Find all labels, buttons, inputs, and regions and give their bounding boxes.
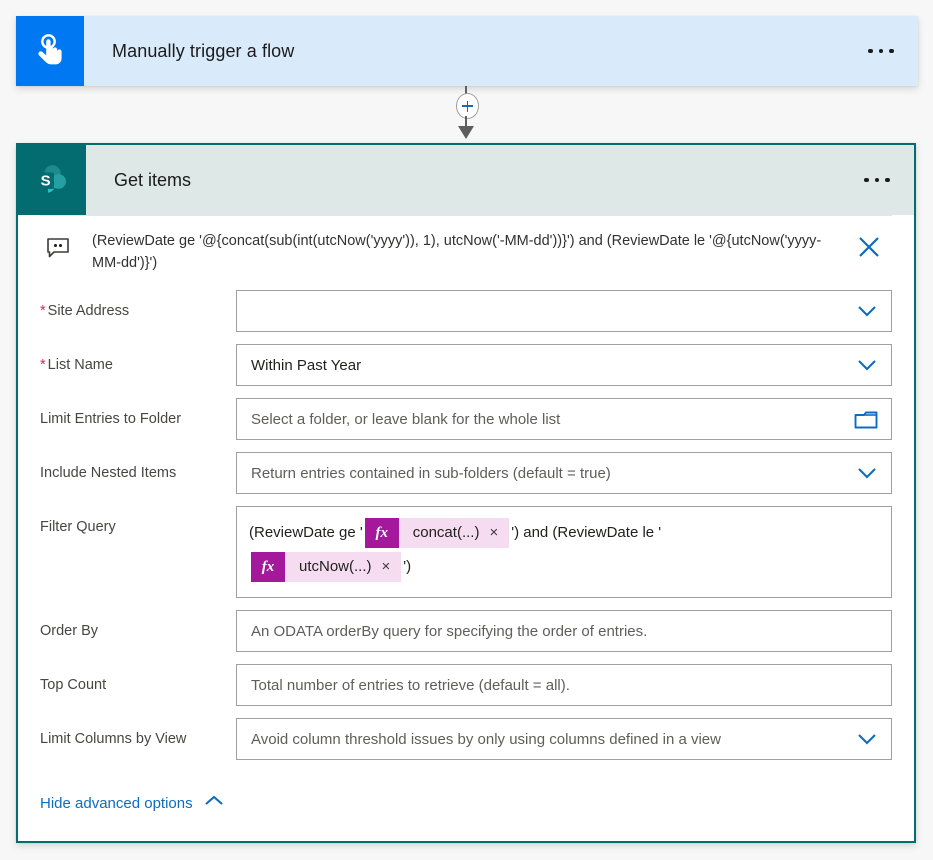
field-control: Total number of entries to retrieve (def… xyxy=(236,664,892,706)
field-label: Order By xyxy=(40,623,99,639)
field-label: Filter Query xyxy=(40,519,116,535)
add-step-button[interactable] xyxy=(456,93,479,119)
hide-advanced-options-label: Hide advanced options xyxy=(40,794,193,812)
trigger-card[interactable]: Manually trigger a flow xyxy=(16,16,918,86)
field-control: Select a folder, or leave blank for the … xyxy=(236,398,892,440)
field-control: Avoid column threshold issues by only us… xyxy=(236,718,892,760)
action-card-get-items: S Get items (ReviewDate ge '@{concat(sub… xyxy=(16,143,916,843)
fx-icon: fx xyxy=(251,552,285,583)
site-address-input[interactable] xyxy=(236,290,892,332)
field-label: Limit Columns by View xyxy=(40,731,187,747)
chip-label: concat(...) xyxy=(412,524,480,542)
field-label: Include Nested Items xyxy=(40,465,177,481)
field-list-name: * List Name Within Past Year xyxy=(40,344,892,386)
required-marker: * xyxy=(40,303,46,319)
field-control xyxy=(236,290,892,332)
chip-label: utcNow(...) xyxy=(299,558,372,576)
field-site-address: * Site Address xyxy=(40,290,892,332)
limit-columns-by-view-input[interactable]: Avoid column threshold issues by only us… xyxy=(236,718,892,760)
folder-icon[interactable] xyxy=(853,409,879,436)
svg-text:S: S xyxy=(41,172,51,189)
field-order-by: Order By An ODATA orderBy query for spec… xyxy=(40,610,892,652)
field-limit-entries-to-folder: Limit Entries to Folder Select a folder,… xyxy=(40,398,892,440)
trigger-more-menu-button[interactable] xyxy=(844,16,918,86)
field-label: Limit Entries to Folder xyxy=(40,411,182,427)
field-limit-columns-by-view: Limit Columns by View Avoid column thres… xyxy=(40,718,892,760)
ellipsis-dot xyxy=(864,177,869,183)
field-label-text: Site Address xyxy=(47,303,130,319)
field-filter-query: Filter Query (ReviewDate ge ' fx concat(..… xyxy=(40,506,892,598)
hide-advanced-options-toggle[interactable]: Hide advanced options xyxy=(40,794,225,812)
filter-query-text-segment: (ReviewDate ge ' xyxy=(249,524,363,541)
flow-designer-canvas: Manually trigger a flow S Get items (Rev… xyxy=(0,0,933,860)
close-icon[interactable] xyxy=(846,230,892,260)
fx-icon: fx xyxy=(364,518,399,549)
chip-remove-icon[interactable]: × xyxy=(489,518,509,548)
hand-tap-icon xyxy=(16,16,84,86)
field-control: Within Past Year xyxy=(236,344,892,386)
include-nested-items-input[interactable]: Return entries contained in sub-folders … xyxy=(236,452,892,494)
trigger-title: Manually trigger a flow xyxy=(112,40,295,61)
filter-query-text-segment: ') and (ReviewDate le ' xyxy=(511,524,662,541)
expression-chip-concat[interactable]: fx concat(...) × xyxy=(364,518,510,549)
field-control: An ODATA orderBy query for specifying th… xyxy=(236,610,892,652)
ellipsis-dot xyxy=(874,177,880,183)
ellipsis-dot xyxy=(885,177,890,183)
field-label: * Site Address xyxy=(40,290,236,320)
filter-query-input[interactable]: (ReviewDate ge ' fx concat(...) × ') and (Re… xyxy=(236,506,892,598)
plus-icon xyxy=(466,100,469,112)
action-body: (ReviewDate ge '@{concat(sub(int(utcNow(… xyxy=(18,215,914,760)
list-name-input[interactable]: Within Past Year xyxy=(236,344,892,386)
filter-query-text-segment: ') xyxy=(403,558,412,575)
action-header[interactable]: S Get items xyxy=(18,145,914,215)
field-control: Return entries contained in sub-folders … xyxy=(236,452,892,494)
chevron-up-icon xyxy=(203,794,225,812)
action-title: Get items xyxy=(114,169,192,190)
ellipsis-dot xyxy=(878,48,884,54)
expression-preview-text: (ReviewDate ge '@{concat(sub(int(utcNow(… xyxy=(92,233,822,271)
expression-preview-row: (ReviewDate ge '@{concat(sub(int(utcNow(… xyxy=(40,215,892,286)
flow-connector xyxy=(447,86,485,142)
required-marker: * xyxy=(40,357,46,373)
order-by-input[interactable]: An ODATA orderBy query for specifying th… xyxy=(236,610,892,652)
field-include-nested-items: Include Nested Items Return entries cont… xyxy=(40,452,892,494)
comment-bubble-icon xyxy=(40,230,92,259)
arrow-down-icon xyxy=(458,126,474,139)
sharepoint-icon: S xyxy=(18,145,86,215)
action-more-menu-button[interactable] xyxy=(840,145,914,215)
ellipsis-dot xyxy=(889,48,894,54)
field-label: Top Count xyxy=(40,677,107,693)
field-control: (ReviewDate ge ' fx concat(...) × ') and (Re… xyxy=(236,506,892,598)
field-label-text: List Name xyxy=(47,357,113,373)
ellipsis-dot xyxy=(868,48,873,54)
limit-entries-to-folder-input[interactable]: Select a folder, or leave blank for the … xyxy=(236,398,892,440)
field-top-count: Top Count Total number of entries to ret… xyxy=(40,664,892,706)
expression-chip-utcnow[interactable]: fx utcNow(...) × xyxy=(251,552,402,583)
chip-remove-icon[interactable]: × xyxy=(382,552,402,582)
top-count-input[interactable]: Total number of entries to retrieve (def… xyxy=(236,664,892,706)
field-label: * List Name xyxy=(40,344,236,374)
